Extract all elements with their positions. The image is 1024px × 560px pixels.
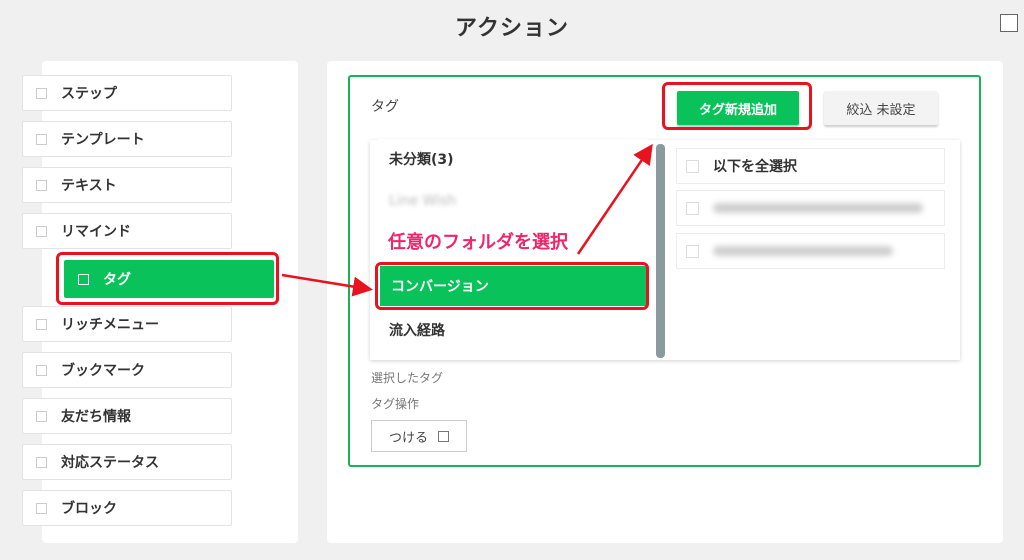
folder-item-uncategorized[interactable]: 未分類(3) [378,139,648,179]
folder-item-inflow-route[interactable]: 流入経路 [378,310,648,350]
checkbox-icon [36,87,47,99]
checkbox-icon [36,318,47,330]
blurred-tag-name [713,246,893,256]
menu-item-rich-menu[interactable]: リッチメニュー [22,306,232,342]
menu-item-block[interactable]: ブロック [22,490,232,526]
blurred-tag-name [713,203,923,213]
checkbox-icon[interactable] [686,244,699,258]
select-all-label: 以下を全選択 [713,159,797,175]
checkbox-icon[interactable] [686,201,699,215]
menu-item-bookmark[interactable]: ブックマーク [22,352,232,388]
checkbox-icon [36,364,47,376]
menu-item-friend-info[interactable]: 友だち情報 [22,398,232,434]
tag-row[interactable] [676,190,945,226]
menu-item-label: リッチメニュー [61,317,159,333]
menu-item-text[interactable]: テキスト [22,167,232,203]
menu-item-label: リマインド [61,224,131,240]
checkbox-icon [36,502,47,514]
menu-item-label: 友だち情報 [61,409,131,425]
highlight-box-tag-menu [56,252,279,305]
tag-section-label: タグ [371,99,399,115]
menu-item-label: ブックマーク [61,363,145,379]
selected-tag-label: 選択したタグ [371,371,444,385]
menu-item-label: テキスト [61,178,117,194]
checkbox-icon [36,179,47,191]
menu-item-step[interactable]: ステップ [22,75,232,111]
filter-button[interactable]: 絞込 未設定 [824,91,938,125]
highlight-box-folder [375,262,649,310]
tag-operation-label: タグ操作 [371,397,420,411]
folder-item-blurred[interactable]: Line Wish [378,181,648,221]
checkbox-icon [36,410,47,422]
menu-item-remind[interactable]: リマインド [22,213,232,249]
menu-item-label: 対応ステータス [61,455,159,471]
checkbox-icon[interactable] [686,159,699,173]
attach-button-label: つける [388,430,428,446]
checkbox-icon [36,456,47,468]
annotation-text: 任意のフォルダを選択 [388,232,568,253]
checkbox-icon [438,430,449,442]
menu-item-label: テンプレート [61,132,145,148]
checkbox-icon [36,133,47,145]
attach-button[interactable]: つける [371,420,467,452]
highlight-box-new-tag [662,82,812,130]
close-checkbox-icon[interactable] [1000,14,1018,32]
menu-item-template[interactable]: テンプレート [22,121,232,157]
tag-row[interactable] [676,233,945,269]
menu-item-status[interactable]: 対応ステータス [22,444,232,480]
page-title: アクション [455,16,569,41]
checkbox-icon [36,225,47,237]
folder-scrollbar[interactable] [656,144,665,358]
menu-item-label: ブロック [61,501,117,517]
menu-item-label: ステップ [61,86,117,102]
select-all-row[interactable]: 以下を全選択 [676,148,945,184]
